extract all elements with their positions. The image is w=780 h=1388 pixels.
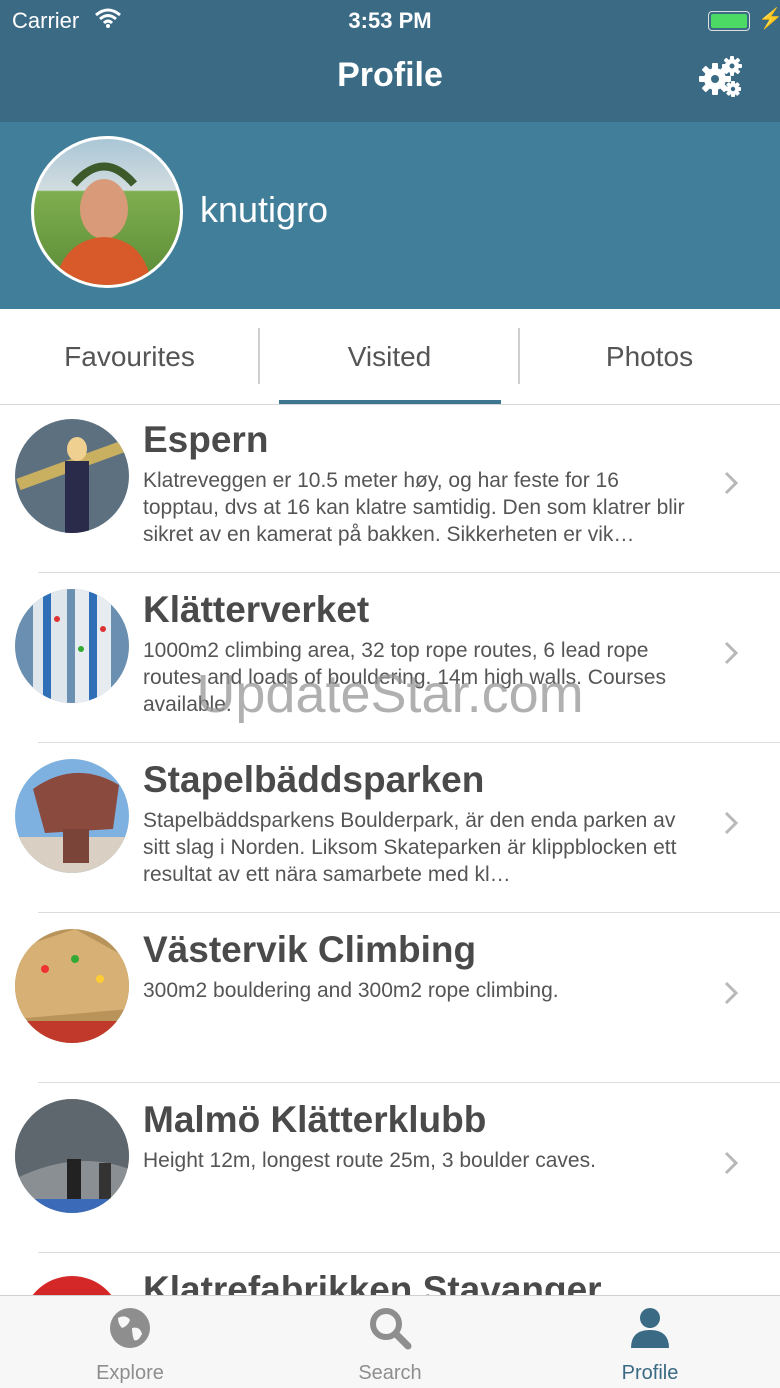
visited-list: Espern Klatreveggen er 10.5 meter høy, o… [0, 405, 780, 1295]
row-divider [38, 572, 780, 573]
username: knutigro [200, 189, 329, 230]
bottom-tab-bar: Explore Search Profile [0, 1295, 780, 1388]
gym-description: Height 12m, longest route 25m, 3 boulder… [143, 1149, 596, 1172]
globe-icon [108, 1306, 152, 1350]
gym-title: Västervik Climbing [143, 929, 477, 970]
list-item[interactable]: Klätterverket 1000m2 climbing area, 32 t… [0, 575, 780, 745]
tabbar-item-explore[interactable]: Explore [0, 1296, 260, 1388]
tabbar-item-search[interactable]: Search [260, 1296, 520, 1388]
navigation-header: Carrier 3:53 PM ⚡ Profile [0, 0, 780, 122]
gym-description: Klatreveggen er 10.5 meter høy, og har f… [143, 469, 685, 546]
row-divider [38, 912, 780, 913]
gym-description: 1000m2 climbing area, 32 top rope routes… [143, 639, 666, 716]
gym-title: Espern [143, 419, 269, 460]
list-item[interactable]: Klatrefabrikken Stavanger [0, 1255, 780, 1295]
battery-icon [708, 11, 750, 31]
gym-title: Klätterverket [143, 589, 370, 630]
gym-title: Klatrefabrikken Stavanger [143, 1269, 602, 1295]
chevron-right-icon [724, 1151, 739, 1175]
tab-photos[interactable]: Photos [520, 309, 779, 404]
profile-tabs: Favourites Visited Photos [0, 309, 780, 405]
row-divider [38, 1252, 780, 1253]
list-item[interactable]: Västervik Climbing 300m2 bouldering and … [0, 915, 780, 1085]
clock: 3:53 PM [348, 8, 432, 33]
list-item[interactable]: Stapelbäddsparken Stapelbäddsparkens Bou… [0, 745, 780, 915]
gym-thumbnail [15, 759, 129, 873]
gym-description: 300m2 bouldering and 300m2 rope climbing… [143, 979, 559, 1002]
tabbar-label: Explore [96, 1362, 164, 1384]
gym-description: Stapelbäddsparkens Boulderpark, är den e… [143, 809, 677, 886]
gym-thumbnail [15, 1099, 129, 1213]
gym-thumbnail [15, 929, 129, 1043]
person-icon [628, 1306, 672, 1350]
gym-thumbnail [15, 419, 129, 533]
search-icon [368, 1306, 412, 1350]
list-item[interactable]: Malmö Klätterklubb Height 12m, longest r… [0, 1085, 780, 1255]
chevron-right-icon [724, 641, 739, 665]
tabbar-item-profile[interactable]: Profile [520, 1296, 780, 1388]
chevron-right-icon [724, 471, 739, 495]
status-bar: Carrier 3:53 PM ⚡ [0, 0, 780, 40]
gym-title: Stapelbäddsparken [143, 759, 485, 800]
charging-bolt-icon: ⚡ [758, 8, 780, 30]
tabbar-label: Search [358, 1362, 422, 1384]
gym-title: Malmö Klätterklubb [143, 1099, 487, 1140]
tabbar-label: Profile [621, 1362, 679, 1384]
tab-favourites[interactable]: Favourites [0, 309, 259, 404]
row-divider [38, 1082, 780, 1083]
tab-visited[interactable]: Visited [260, 309, 519, 404]
list-item[interactable]: Espern Klatreveggen er 10.5 meter høy, o… [0, 405, 780, 575]
selected-tab-indicator [279, 400, 501, 404]
avatar[interactable] [31, 136, 183, 288]
settings-gears-icon[interactable] [698, 56, 744, 98]
page-title: Profile [337, 56, 443, 94]
battery-fill [711, 14, 747, 28]
chevron-right-icon [724, 981, 739, 1005]
row-divider [38, 742, 780, 743]
gym-thumbnail [15, 1269, 129, 1295]
gym-thumbnail [15, 589, 129, 703]
chevron-right-icon [724, 811, 739, 835]
